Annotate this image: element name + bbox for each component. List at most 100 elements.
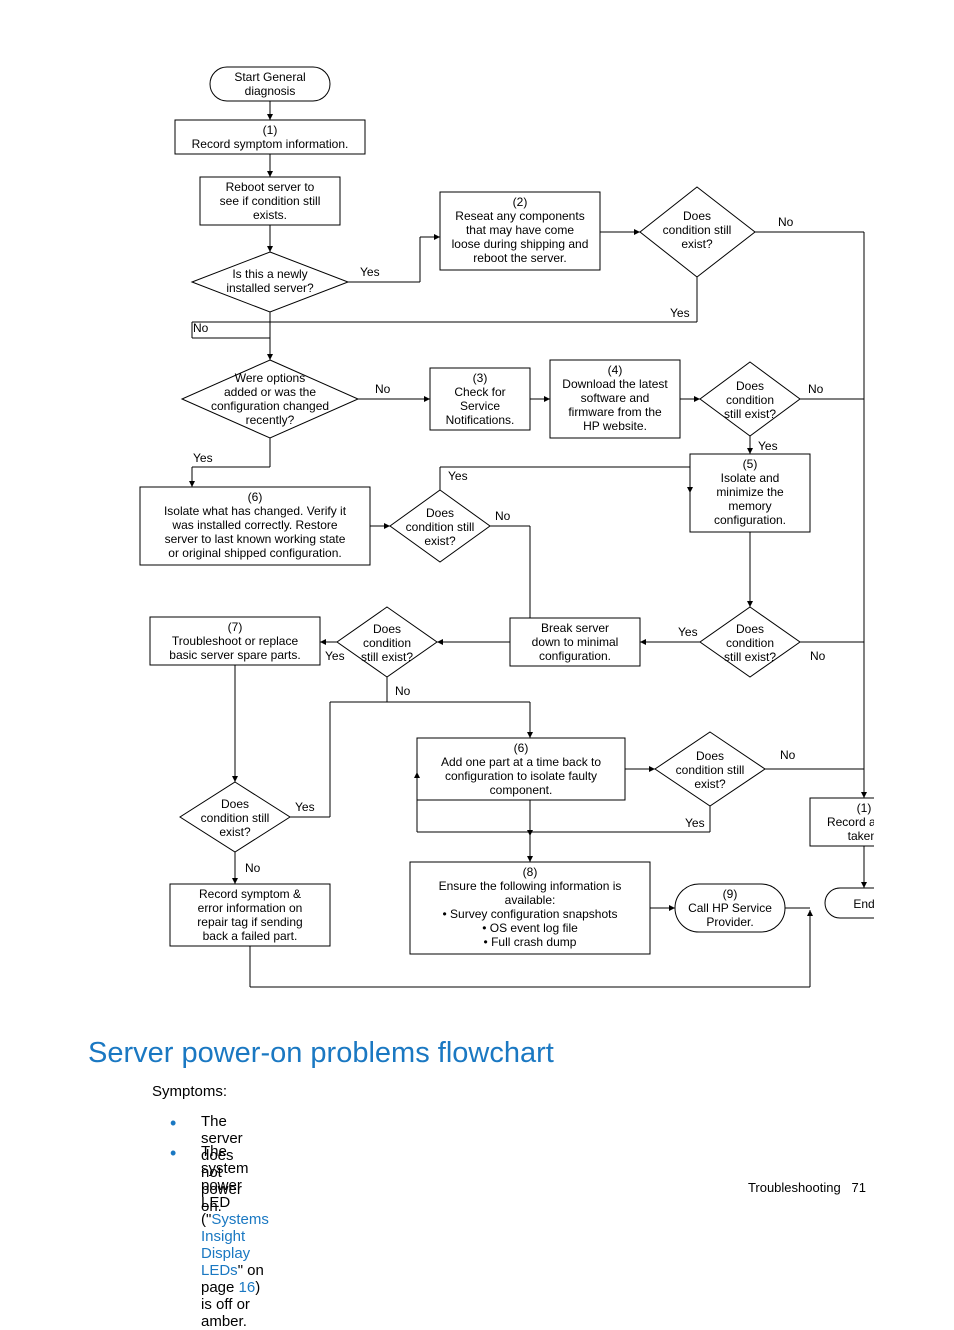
svg-text:Service: Service [460, 399, 500, 413]
svg-text:Is this a newly: Is this a newly [232, 267, 307, 281]
svg-text:exists.: exists. [253, 208, 287, 222]
svg-text:(7): (7) [228, 620, 243, 634]
svg-text:Download the latest: Download the latest [562, 377, 668, 391]
svg-text:Yes: Yes [670, 306, 690, 320]
svg-text:Record symptom information.: Record symptom information. [192, 137, 349, 151]
svg-text:Provider.: Provider. [706, 915, 753, 929]
svg-text:Notifications.: Notifications. [446, 413, 515, 427]
svg-text:exist?: exist? [681, 237, 713, 251]
section-heading: Server power-on problems flowchart [88, 1037, 554, 1070]
svg-text:still exist?: still exist? [361, 650, 413, 664]
svg-text:Yes: Yes [758, 439, 778, 453]
svg-text:(1): (1) [857, 801, 872, 815]
svg-text:End: End [853, 897, 874, 911]
svg-text:Does: Does [696, 749, 724, 763]
svg-text:Yes: Yes [448, 469, 468, 483]
svg-text:software and: software and [581, 391, 650, 405]
svg-text:No: No [810, 649, 826, 663]
svg-text:• Survey configuration snapsho: • Survey configuration snapshots [443, 907, 618, 921]
svg-text:firmware from the: firmware from the [568, 405, 662, 419]
svg-text:Add one part at a time back to: Add one part at a time back to [441, 755, 601, 769]
svg-text:repair tag if sending: repair tag if sending [197, 915, 302, 929]
svg-text:Check for: Check for [454, 385, 505, 399]
svg-text:(3): (3) [473, 371, 488, 385]
svg-text:configuration.: configuration. [539, 649, 611, 663]
svg-text:configuration to isolate fault: configuration to isolate faulty [445, 769, 597, 783]
svg-text:Reseat any components: Reseat any components [455, 209, 584, 223]
svg-text:basic server spare parts.: basic server spare parts. [169, 648, 300, 662]
svg-text:(2): (2) [513, 195, 528, 209]
svg-text:(4): (4) [608, 363, 623, 377]
svg-text:still exist?: still exist? [724, 407, 776, 421]
svg-text:HP website.: HP website. [583, 419, 647, 433]
svg-text:Does: Does [683, 209, 711, 223]
svg-text:exist?: exist? [424, 534, 456, 548]
svg-text:Ensure the following informati: Ensure the following information is [439, 879, 622, 893]
bullet-text-2: The system power LED ("Systems Insight D… [201, 1143, 269, 1330]
svg-text:Reboot server to: Reboot server to [226, 180, 315, 194]
svg-text:Record symptom &: Record symptom & [199, 887, 301, 901]
svg-text:Were options: Were options [235, 371, 305, 385]
svg-text:(5): (5) [743, 457, 758, 471]
svg-text:• OS event log file: • OS event log file [482, 921, 578, 935]
svg-text:No: No [193, 321, 209, 335]
svg-text:minimize the: minimize the [716, 485, 784, 499]
svg-text:added or was the: added or was the [224, 385, 316, 399]
svg-text:diagnosis: diagnosis [245, 84, 296, 98]
svg-text:error information on: error information on [198, 901, 303, 915]
svg-text:Yes: Yes [685, 816, 705, 830]
svg-text:memory: memory [728, 499, 771, 513]
svg-text:exist?: exist? [694, 777, 726, 791]
svg-text:Isolate what has changed. Veri: Isolate what has changed. Verify it [164, 504, 347, 518]
svg-text:Does: Does [736, 622, 764, 636]
svg-text:configuration changed: configuration changed [211, 399, 329, 413]
svg-text:Isolate and: Isolate and [721, 471, 780, 485]
svg-text:was installed correctly. Rest: was installed correctly. Restore [171, 518, 337, 532]
svg-text:(1): (1) [263, 123, 278, 137]
svg-text:back a failed part.: back a failed part. [203, 929, 298, 943]
svg-text:No: No [780, 748, 796, 762]
svg-text:No: No [395, 684, 411, 698]
svg-text:Does: Does [426, 506, 454, 520]
svg-text:reboot the server.: reboot the server. [473, 251, 566, 265]
svg-text:condition: condition [726, 636, 774, 650]
svg-text:condition: condition [726, 393, 774, 407]
symptoms-label: Symptoms: [152, 1083, 227, 1100]
svg-text:Record action: Record action [827, 815, 874, 829]
svg-text:Does: Does [221, 797, 249, 811]
svg-text:taken.: taken. [848, 829, 874, 843]
svg-text:condition still: condition still [201, 811, 270, 825]
svg-text:(6): (6) [248, 490, 263, 504]
svg-text:configuration.: configuration. [714, 513, 786, 527]
link-page-16[interactable]: 16 [239, 1279, 256, 1296]
svg-text:available:: available: [505, 893, 556, 907]
svg-text:exist?: exist? [219, 825, 251, 839]
svg-text:still exist?: still exist? [724, 650, 776, 664]
svg-text:No: No [495, 509, 511, 523]
svg-text:No: No [808, 382, 824, 396]
svg-text:recently?: recently? [246, 413, 295, 427]
svg-text:server to last known working s: server to last known working state [165, 532, 346, 546]
svg-text:that may have come: that may have come [466, 223, 574, 237]
svg-text:Does: Does [373, 622, 401, 636]
svg-text:• Full crash dump: • Full crash dump [484, 935, 577, 949]
svg-text:Break server: Break server [541, 621, 609, 635]
svg-text:condition: condition [363, 636, 411, 650]
svg-text:condition still: condition still [406, 520, 475, 534]
svg-text:Yes: Yes [193, 451, 213, 465]
svg-text:(8): (8) [523, 865, 538, 879]
svg-text:No: No [778, 215, 794, 229]
svg-text:No: No [375, 382, 391, 396]
svg-text:installed server?: installed server? [226, 281, 314, 295]
svg-text:Yes: Yes [325, 649, 345, 663]
svg-text:see if condition still: see if condition still [220, 194, 321, 208]
svg-text:condition still: condition still [663, 223, 732, 237]
svg-text:or original shipped configurat: or original shipped configuration. [168, 546, 341, 560]
svg-text:Yes: Yes [295, 800, 315, 814]
svg-text:Does: Does [736, 379, 764, 393]
svg-text:(6): (6) [514, 741, 529, 755]
svg-text:(9): (9) [723, 887, 738, 901]
flowchart-diagram: Start General diagnosis (1) Record sympt… [130, 62, 874, 1022]
svg-text:down to minimal: down to minimal [532, 635, 619, 649]
svg-text:component.: component. [490, 783, 553, 797]
